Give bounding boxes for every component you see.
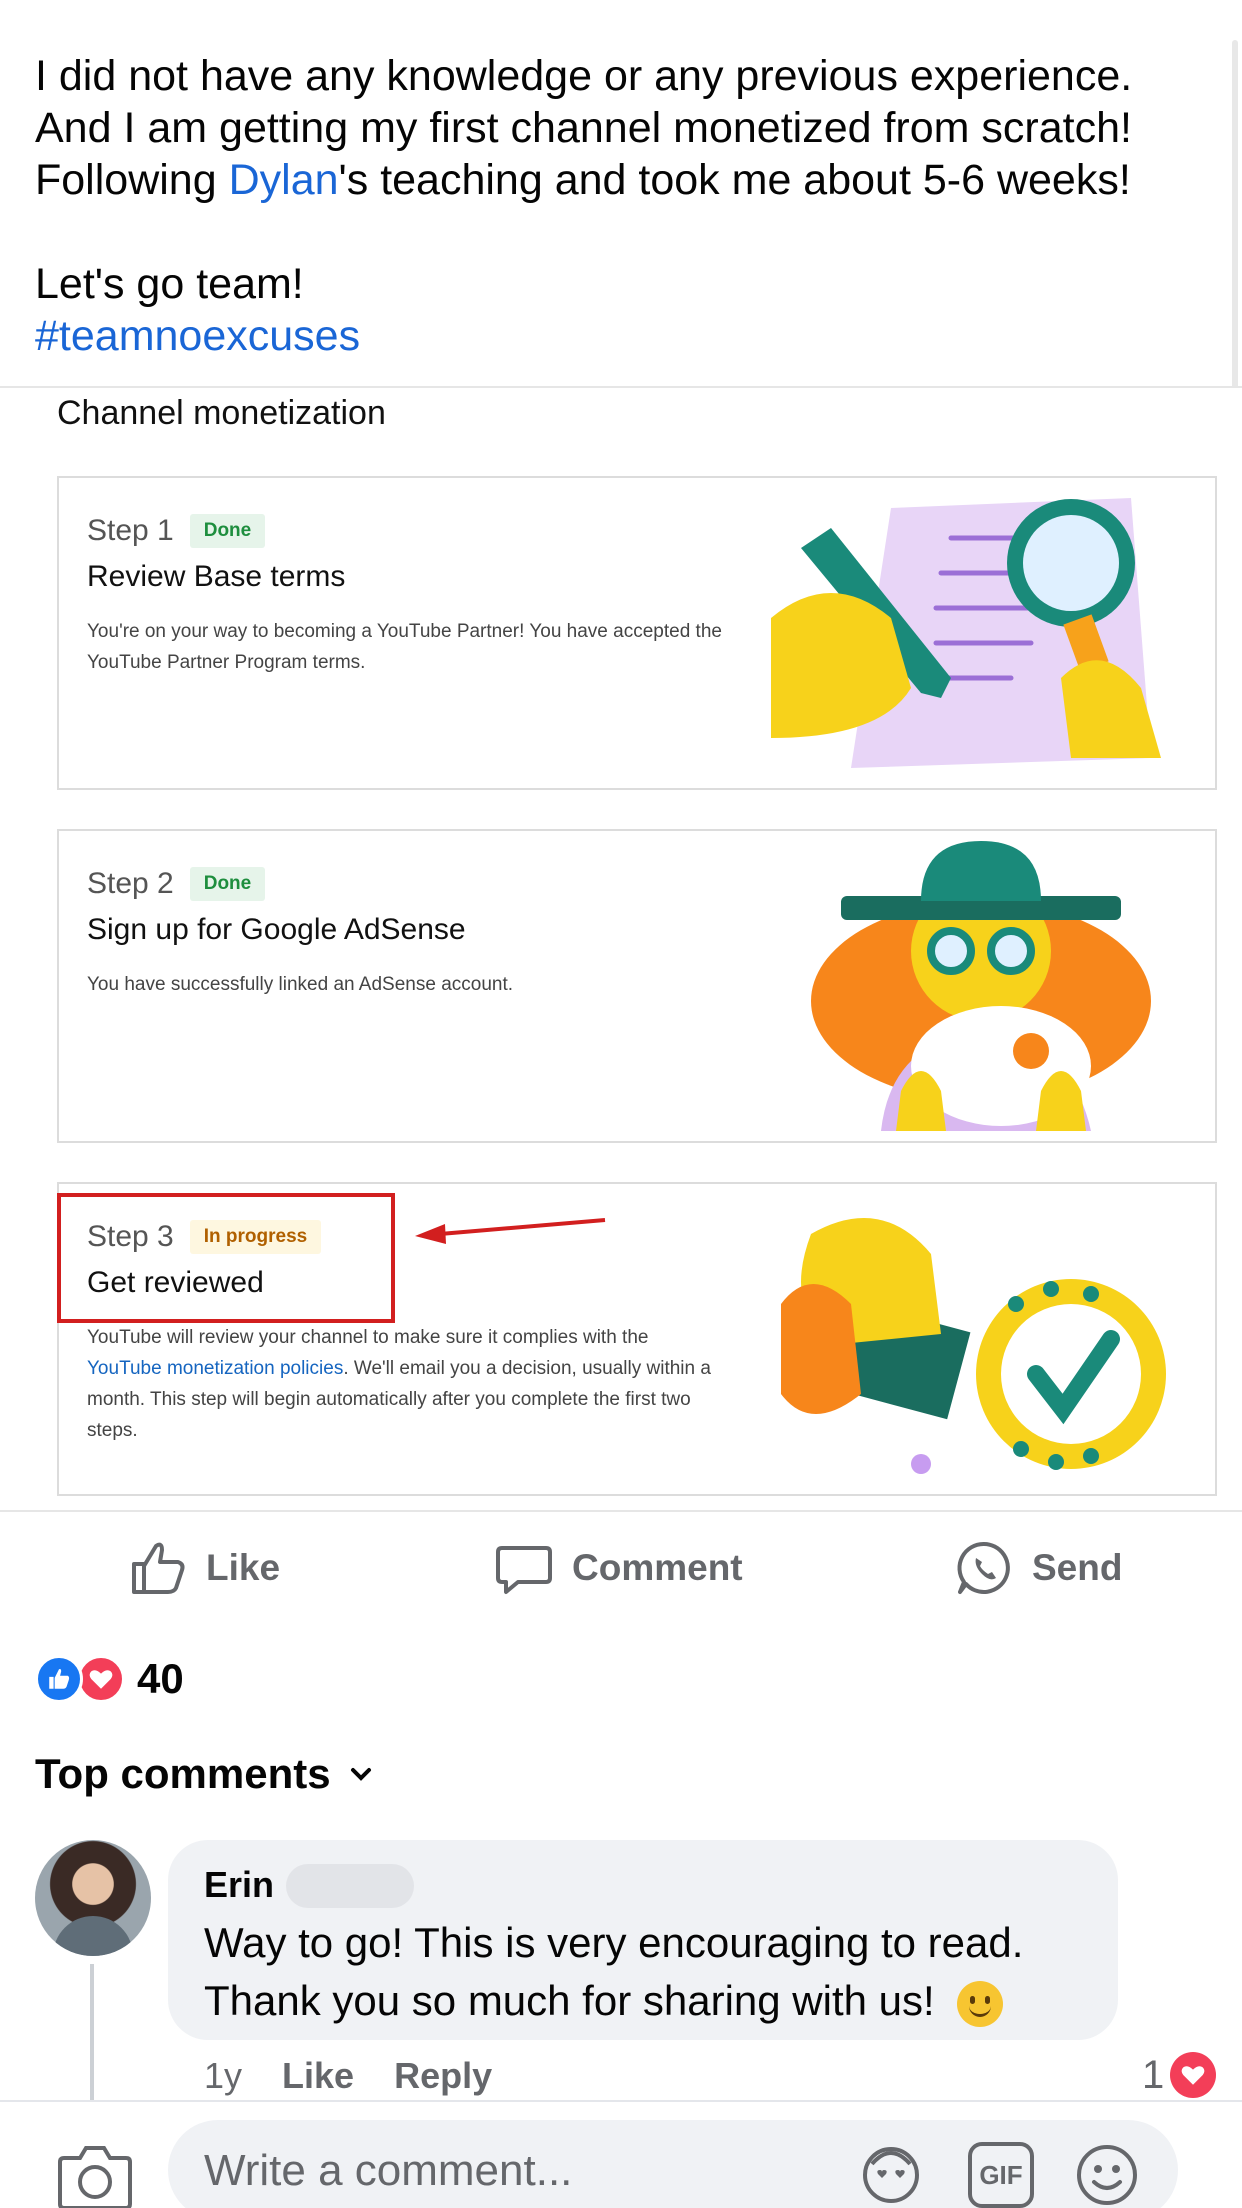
comment-reaction-count: 1	[1142, 2052, 1165, 2097]
post-line: Following Dylan's teaching and took me a…	[35, 156, 1131, 204]
divider	[0, 1510, 1242, 1512]
like-button[interactable]: Like	[128, 1538, 280, 1598]
post-line: I did not have any knowledge or any prev…	[35, 52, 1133, 100]
reaction-summary[interactable]: 40	[35, 1655, 184, 1703]
status-badge: Done	[189, 867, 266, 901]
step-title: Sign up for Google AdSense	[87, 913, 466, 946]
chevron-down-icon	[350, 1768, 371, 1781]
cut-off-header-text	[300, 0, 960, 6]
step-description: You have successfully linked an AdSense …	[87, 974, 514, 995]
comment-composer: Write a comment... GIF	[0, 2100, 1242, 2208]
mention-link[interactable]: Dylan	[229, 156, 339, 204]
comment-label: Comment	[572, 1547, 743, 1588]
post-line: And I am getting my first channel moneti…	[35, 104, 1132, 152]
step-description: You're on your way to becoming a YouTube…	[87, 621, 722, 673]
step-number: Step 1	[87, 514, 174, 547]
redacted-name	[286, 1864, 414, 1908]
comment-button[interactable]: Comment	[494, 1538, 743, 1598]
annotation-highlight-box	[57, 1193, 395, 1323]
adsense-illustration-icon	[811, 841, 1151, 1131]
thread-line	[90, 1964, 94, 2104]
love-reaction-icon	[1170, 2052, 1217, 2098]
love-reaction-icon	[77, 1655, 125, 1703]
comment-input[interactable]: Write a comment... GIF	[168, 2120, 1178, 2208]
whatsapp-icon	[957, 1541, 1010, 1594]
step-title: Review Base terms	[87, 560, 346, 593]
review-stamp-illustration-icon	[781, 1218, 1166, 1474]
embed-title: Channel monetization	[57, 394, 386, 432]
emoji-icon[interactable]	[1074, 2142, 1140, 2208]
send-button[interactable]: Send	[954, 1538, 1122, 1598]
step-description: YouTube will review your channel to make…	[87, 1327, 711, 1441]
annotation-arrow-icon	[415, 1218, 606, 1244]
step-card-2: Step 2 Done Sign up for Google AdSense Y…	[57, 829, 1217, 1143]
camera-icon[interactable]	[58, 2140, 132, 2208]
comment-reply-link[interactable]: Reply	[394, 2055, 492, 2097]
speech-bubble-icon	[496, 1546, 552, 1594]
reaction-count: 40	[137, 1655, 184, 1702]
comment-time: 1y	[204, 2055, 243, 2096]
like-reaction-icon	[35, 1655, 83, 1703]
hashtag-link[interactable]: #teamnoexcuses	[35, 310, 1215, 362]
step-number: Step 2	[87, 867, 174, 900]
comment-author[interactable]: Erin	[204, 1864, 274, 1906]
thumbs-up-icon	[132, 1542, 185, 1594]
like-label: Like	[206, 1547, 281, 1588]
send-label: Send	[1032, 1547, 1123, 1588]
policies-link: YouTube monetization policies	[87, 1358, 344, 1379]
comment-like-link[interactable]: Like	[282, 2055, 354, 2097]
review-terms-illustration-icon	[771, 498, 1161, 768]
comment-sort-label: Top comments	[35, 1750, 331, 1797]
comment-meta: 1y Like Reply	[204, 2055, 492, 2097]
comment-text: Way to go! This is very encouraging to r…	[204, 1914, 1104, 2030]
post-action-bar: Like Comment Send	[0, 1520, 1242, 1606]
comment-sort-dropdown[interactable]: Top comments	[35, 1750, 375, 1798]
comment-bubble[interactable]: Erin Way to go! This is very encouraging…	[168, 1840, 1118, 2040]
smile-emoji-icon	[956, 1980, 1003, 2027]
status-badge: Done	[189, 514, 266, 548]
comment-reaction[interactable]: 1	[1142, 2052, 1217, 2098]
avatar-sticker-icon[interactable]	[858, 2142, 924, 2208]
post-text: I did not have any knowledge or any prev…	[35, 50, 1215, 362]
avatar[interactable]	[35, 1840, 151, 1956]
gif-icon[interactable]: GIF	[968, 2142, 1034, 2208]
post-cheer: Let's go team!	[35, 260, 304, 308]
comment-input-placeholder: Write a comment...	[204, 2146, 573, 2195]
step-card-1: Step 1 Done Review Base terms You're on …	[57, 476, 1217, 790]
